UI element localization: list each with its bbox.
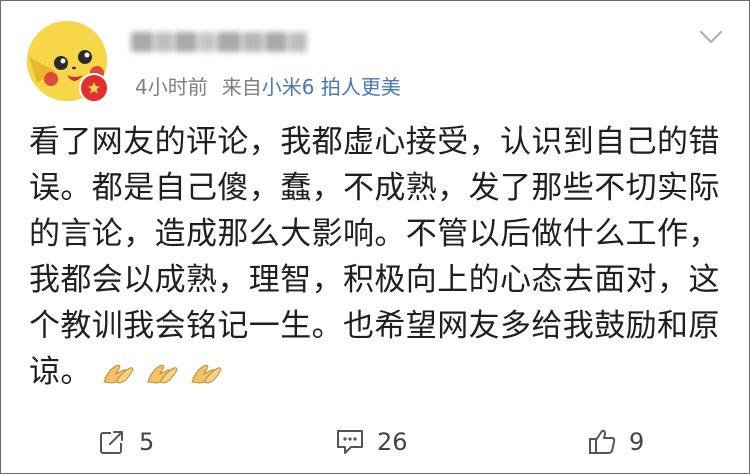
- emoji-row: [102, 360, 224, 386]
- repost-icon: [100, 429, 125, 454]
- post-source: 来自小米6 拍人更美: [222, 71, 401, 100]
- post-body: 看了网友的评论，我都虚心接受，认识到自己的错误。都是自己傻，蠢，不成熟，发了那些…: [29, 119, 729, 395]
- pray-hands-icon: [103, 364, 134, 384]
- repost-count: 5: [139, 428, 155, 456]
- chevron-down-icon[interactable]: [699, 29, 723, 45]
- pray-hands-icon: [147, 364, 178, 384]
- weibo-post-card: 4小时前 来自小米6 拍人更美 看了网友的评论，我都虚心接受，认识到自己的错误。…: [0, 0, 750, 474]
- avatar-container[interactable]: [27, 21, 109, 103]
- comment-button[interactable]: 26: [335, 427, 408, 457]
- post-text: 看了网友的评论，我都虚心接受，认识到自己的错误。都是自己傻，蠢，不成熟，发了那些…: [29, 124, 720, 390]
- post-meta: 4小时前 来自小米6 拍人更美: [135, 71, 401, 100]
- username-redacted[interactable]: [131, 27, 323, 57]
- thumbs-up-icon: [589, 429, 616, 454]
- comment-count: 26: [377, 428, 408, 456]
- post-time: 4小时前: [135, 75, 208, 99]
- device-suffix[interactable]: 拍人更美: [314, 75, 401, 99]
- like-count: 9: [629, 428, 645, 456]
- comment-icon: [337, 430, 363, 454]
- repost-button[interactable]: 5: [97, 427, 154, 457]
- pray-hands-icon: [191, 364, 222, 384]
- vip-badge-icon: [79, 73, 109, 103]
- device-link[interactable]: 小米6: [262, 75, 315, 99]
- like-button[interactable]: 9: [587, 427, 644, 457]
- source-prefix: 来自: [221, 75, 262, 99]
